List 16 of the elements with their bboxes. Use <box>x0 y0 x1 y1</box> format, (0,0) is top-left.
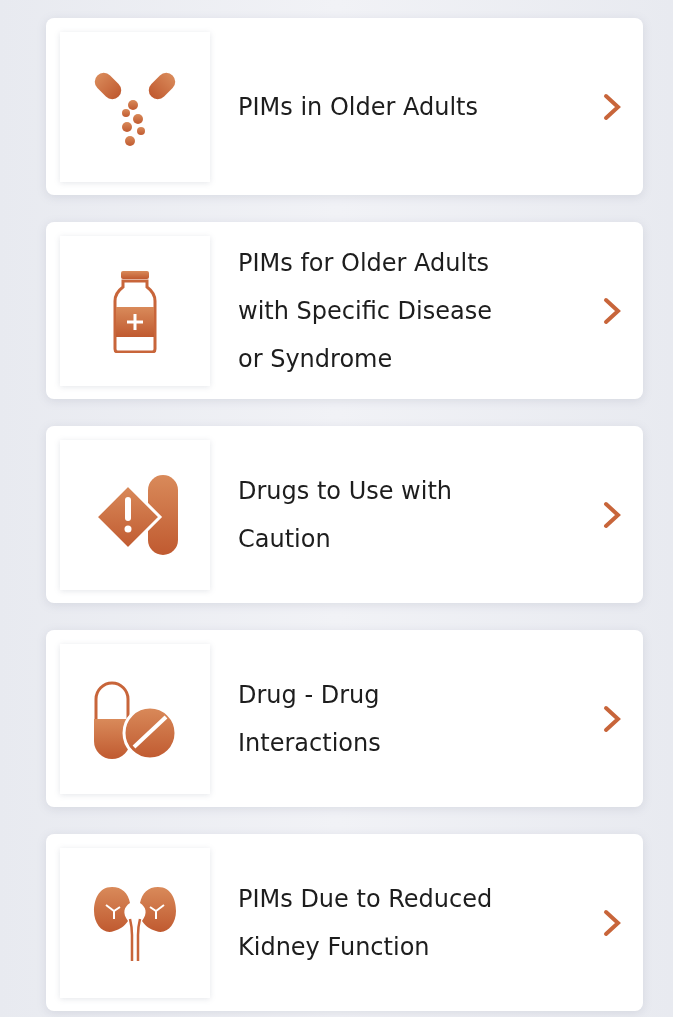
chevron-right-icon <box>603 908 621 937</box>
chevron-right-icon <box>603 704 621 733</box>
menu-card[interactable]: PIMs in Older Adults <box>46 18 643 195</box>
chevron-right-icon <box>603 296 621 325</box>
menu-title: Drug - Drug Interactions <box>238 679 382 759</box>
menu-title: PIMs Due to Reduced Kidney Function <box>238 883 494 963</box>
menu-title: PIMs for Older Adults with Specific Disease or Syndrome <box>238 247 493 375</box>
menu-card[interactable]: Drugs to Use with Caution <box>46 426 643 603</box>
menu-card[interactable]: Drug - Drug Interactions <box>46 630 643 807</box>
menu-title: PIMs in Older Adults <box>238 91 479 123</box>
menu-card[interactable]: PIMs for Older Adults with Specific Disease or Syndrome <box>46 222 643 399</box>
menu-card[interactable]: PIMs Due to Reduced Kidney Function <box>46 834 643 1011</box>
menu-title: Drugs to Use with Caution <box>238 475 454 555</box>
medicine-bottle-icon <box>113 268 157 353</box>
chevron-right-icon <box>603 92 621 121</box>
chevron-right-icon <box>603 500 621 529</box>
